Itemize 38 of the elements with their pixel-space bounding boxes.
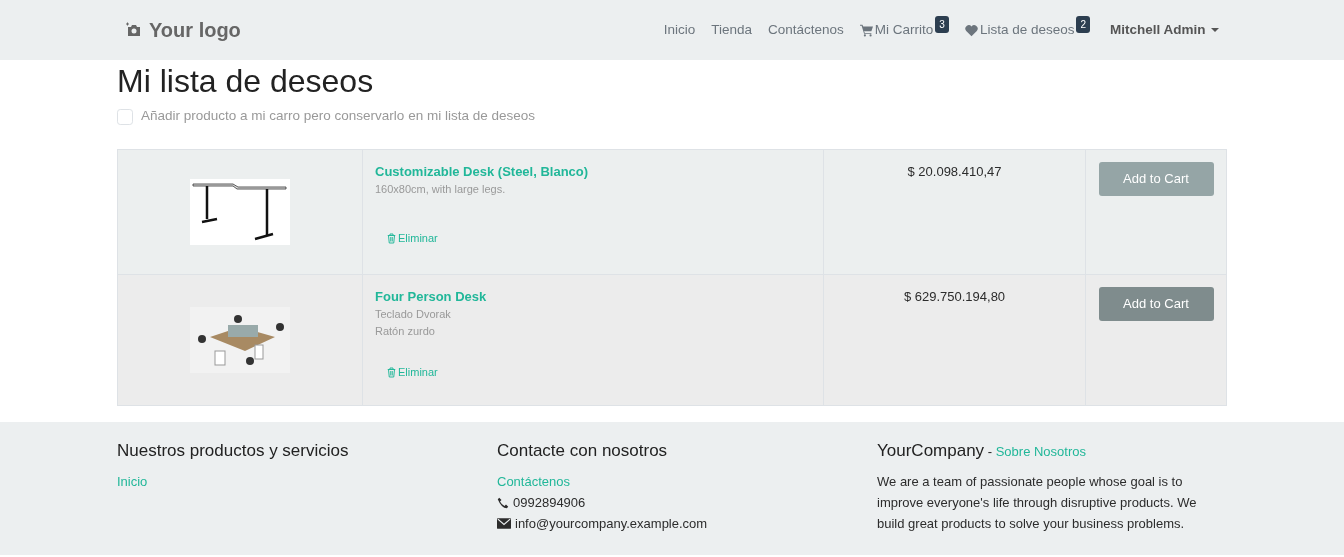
envelope-icon [497,518,511,530]
product-name[interactable]: Customizable Desk (Steel, Blanco) [375,163,589,179]
nav-link[interactable]: Inicio [663,19,696,41]
option-label: Añadir producto a mi carro pero conservarlo en mi lista de deseos [141,107,535,126]
trash-icon [387,366,396,378]
add-to-cart-button[interactable]: Add to Cart [1098,286,1214,321]
count-badge: 3 [935,15,949,33]
trash-icon [387,232,396,244]
footer-link[interactable]: Contáctenos [497,471,570,493]
company-name: YourCompany [877,440,985,460]
logo[interactable]: Your logo [125,15,241,45]
page-title: Mi lista de deseos [117,62,375,101]
section-title: Contacte con nosotros [497,439,669,462]
separator: - [986,443,994,459]
section-title: Nuestros productos y servicios [117,439,350,462]
product-detail: Teclado Dvorak [375,307,452,323]
count-badge: 2 [1076,15,1091,33]
heart-icon [964,23,978,37]
phone-icon [497,496,509,509]
product-detail: 160x80cm, with large legs. [375,182,507,198]
user-menu[interactable]: Mitchell Admin [1110,19,1219,41]
phone-number: 0992894906 [513,494,586,513]
nav-link[interactable]: Tienda [711,19,752,41]
product-price: $ 20.098.410,47 [907,163,1002,179]
footer-link[interactable]: Inicio [117,471,148,493]
remove-link[interactable]: Eliminar [387,230,438,247]
nav-link[interactable]: Contáctenos [768,19,844,41]
product-price: $ 629.750.194,80 [903,288,1006,304]
product-detail: Ratón zurdo [375,324,436,340]
checkbox[interactable] [117,108,133,125]
remove-link[interactable]: Eliminar [387,364,438,381]
camera-icon [125,22,143,38]
company-description: We are a team of passionate people whose goal is to improve everyone's life through disruptive products. We build great products to solve your business problems. [877,473,1198,534]
about-link[interactable]: Sobre Nosotros [995,443,1086,459]
cart-icon [859,23,873,37]
add-to-cart-button[interactable]: Add to Cart [1098,161,1214,196]
email-address: info@yourcompany.example.com [515,515,708,534]
product-name[interactable]: Four Person Desk [375,288,487,304]
